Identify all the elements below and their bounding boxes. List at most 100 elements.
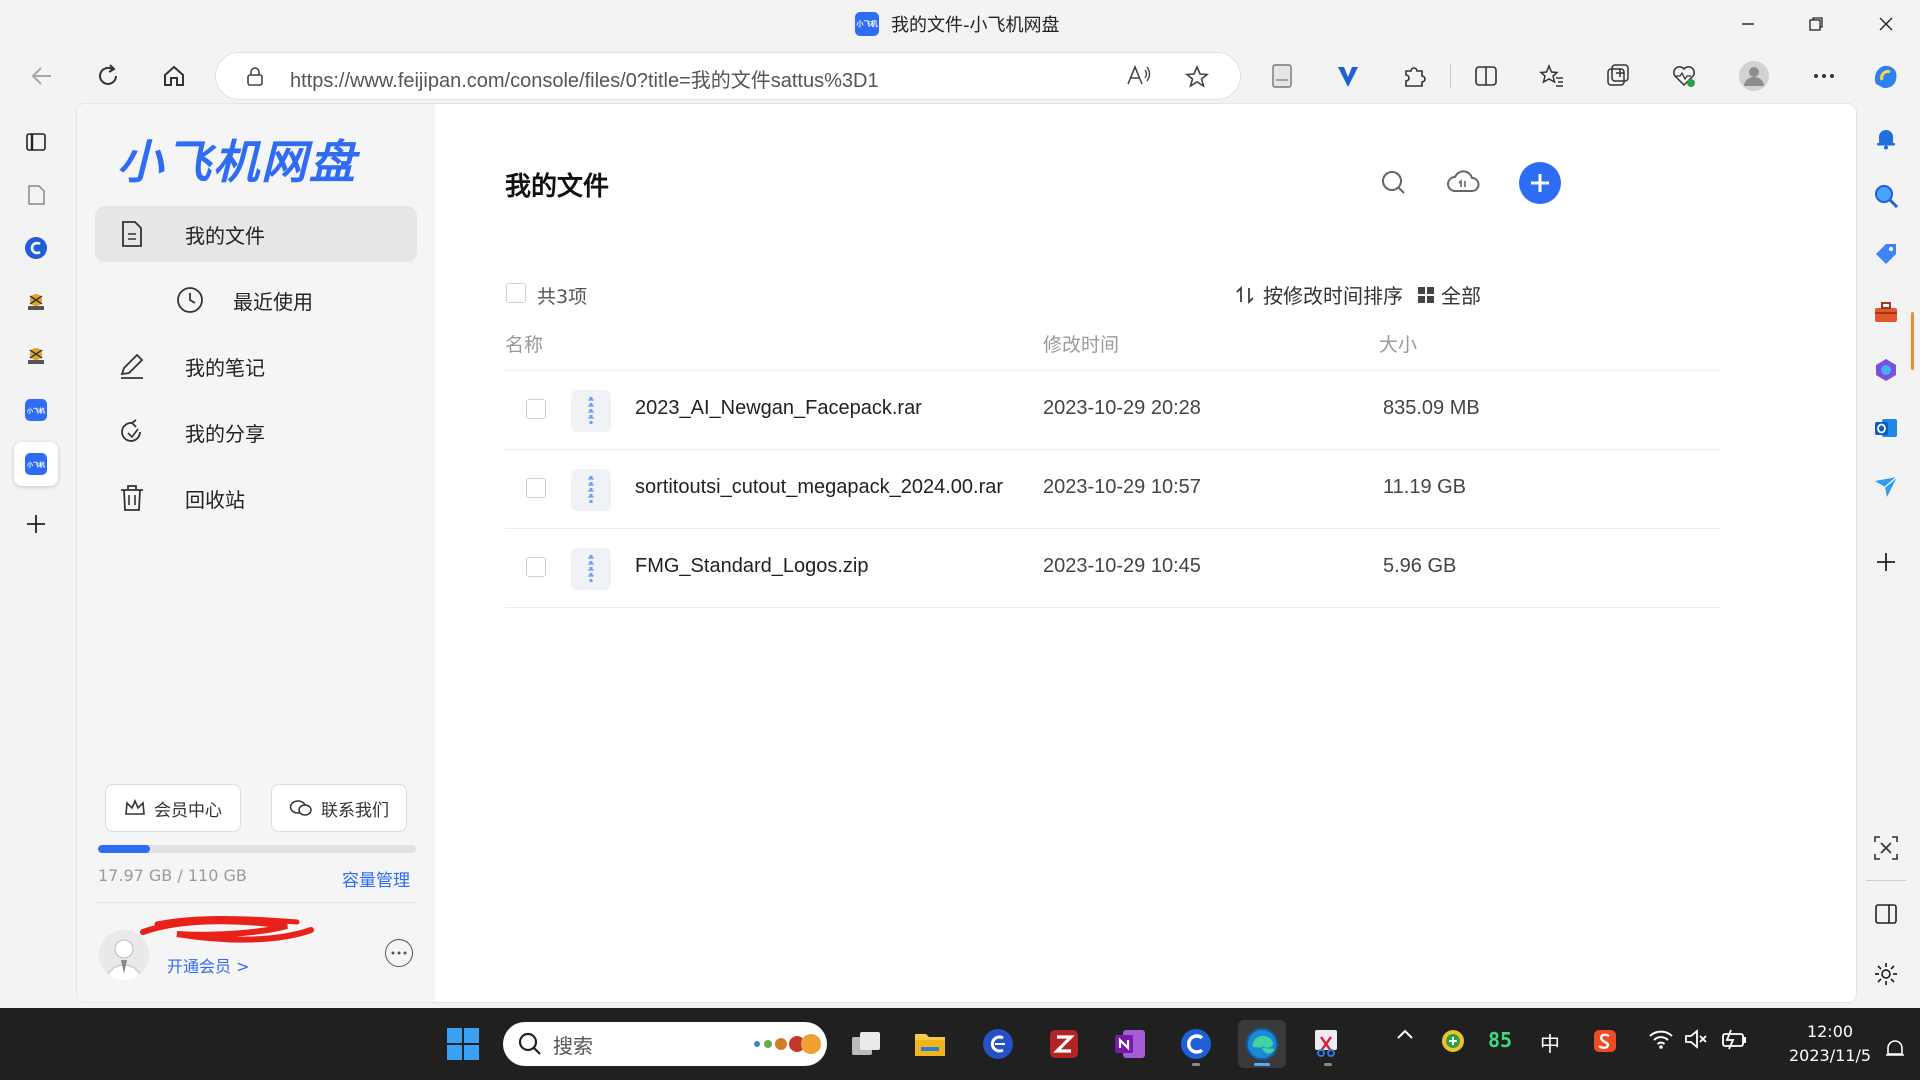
snipping-tool-button[interactable]	[1304, 1020, 1352, 1068]
onenote-button[interactable]	[1106, 1020, 1154, 1068]
side-search-button[interactable]	[1868, 178, 1904, 214]
upload-cloud-button[interactable]	[1443, 162, 1483, 202]
tab-game-site-1[interactable]	[14, 280, 58, 324]
sort-button[interactable]: 按修改时间排序	[1235, 280, 1403, 309]
open-membership-link[interactable]: 开通会员 >	[167, 953, 250, 977]
file-name[interactable]: FMG_Standard_Logos.zip	[635, 555, 868, 578]
wifi-button[interactable]	[1646, 1028, 1676, 1050]
add-sidebar-app-button[interactable]	[1868, 544, 1904, 580]
screenshot-button[interactable]	[1868, 830, 1904, 866]
site-logo[interactable]: 小飞机网盘	[117, 126, 357, 192]
send-button[interactable]	[1868, 468, 1904, 504]
menu-label: 我的笔记	[185, 355, 265, 380]
heart-pulse-icon	[1673, 66, 1695, 87]
start-button[interactable]	[439, 1020, 487, 1068]
sort-arrows-icon	[1236, 285, 1254, 304]
row-checkbox[interactable]	[526, 478, 546, 498]
taskbar-search[interactable]: 搜索	[503, 1022, 827, 1066]
table-row[interactable]: 2023_AI_Newgan_Facepack.rar 2023-10-29 2…	[505, 371, 1721, 450]
file-name[interactable]: sortitoutsi_cutout_megapack_2024.00.rar	[635, 476, 1003, 499]
restore-button[interactable]	[1802, 10, 1830, 38]
settings-more-button[interactable]	[1806, 58, 1842, 94]
tab-c-app[interactable]	[14, 226, 58, 270]
input-method-indicator[interactable]: 中	[1536, 1028, 1564, 1057]
extension-v-button[interactable]	[1330, 58, 1366, 94]
volume-button[interactable]	[1682, 1028, 1712, 1050]
browser-essentials-button[interactable]	[1666, 58, 1702, 94]
favorite-star-icon[interactable]	[1184, 64, 1210, 90]
storage-manage-link[interactable]: 容量管理	[342, 866, 410, 891]
select-all-checkbox[interactable]	[506, 283, 526, 303]
member-center-button[interactable]: 会员中心	[105, 784, 241, 832]
back-button[interactable]	[24, 58, 60, 94]
row-checkbox[interactable]	[526, 557, 546, 577]
menu-item-notes[interactable]: 我的笔记	[95, 338, 417, 394]
home-button[interactable]	[156, 58, 192, 94]
reading-view-button[interactable]	[1264, 58, 1300, 94]
close-button[interactable]	[1872, 10, 1900, 38]
search-button[interactable]	[1373, 162, 1413, 202]
column-header-size[interactable]: 大小	[1379, 330, 1417, 357]
tab-actions-button[interactable]	[14, 120, 58, 164]
tray-app-icon[interactable]	[1438, 1028, 1468, 1054]
page-title: 我的文件	[505, 172, 610, 202]
add-button[interactable]	[1519, 162, 1561, 204]
contact-us-button[interactable]: 联系我们	[271, 784, 407, 832]
zip-file-icon	[571, 390, 611, 432]
tray-monitor-value[interactable]: 85	[1484, 1028, 1516, 1052]
minimize-button[interactable]	[1734, 10, 1762, 38]
winzip-button[interactable]	[1040, 1020, 1088, 1068]
view-filter-button[interactable]: 全部	[1417, 280, 1481, 309]
column-header-modified[interactable]: 修改时间	[1043, 330, 1119, 357]
show-hidden-icons-button[interactable]	[1392, 1028, 1418, 1040]
extensions-button[interactable]	[1396, 58, 1432, 94]
copilot-button[interactable]	[1868, 58, 1904, 94]
split-screen-button[interactable]	[1468, 58, 1504, 94]
favorites-list-icon	[1539, 64, 1563, 87]
notifications-button[interactable]	[1868, 120, 1904, 156]
lock-icon[interactable]	[244, 65, 266, 87]
hide-sidebar-button[interactable]	[1868, 896, 1904, 932]
battery-button[interactable]	[1720, 1028, 1750, 1050]
wechat-icon	[289, 800, 312, 816]
tools-button[interactable]	[1868, 294, 1904, 330]
task-view-button[interactable]	[842, 1020, 890, 1068]
tab-game-site-2[interactable]	[14, 334, 58, 378]
user-more-button[interactable]	[385, 939, 413, 967]
menu-item-recent[interactable]: 最近使用	[95, 272, 417, 328]
search-app-button[interactable]	[974, 1020, 1022, 1068]
row-checkbox[interactable]	[526, 399, 546, 419]
shopping-button[interactable]	[1868, 236, 1904, 272]
app-sidebar: 小飞机网盘 我的文件 最近使用 我的笔记 我的分享 回收站 会员中心 联系我们 …	[77, 104, 435, 1002]
pencil-icon	[117, 351, 147, 381]
refresh-button[interactable]	[90, 58, 126, 94]
file-name[interactable]: 2023_AI_Newgan_Facepack.rar	[635, 397, 922, 420]
table-row[interactable]: sortitoutsi_cutout_megapack_2024.00.rar …	[505, 450, 1721, 529]
system-clock[interactable]: 12:00 2023/11/5	[1770, 1020, 1890, 1068]
new-tab-button[interactable]	[14, 502, 58, 546]
address-bar[interactable]: https://www.feijipan.com/console/files/0…	[216, 53, 1240, 99]
tab-feijipan-1[interactable]: 小飞机	[14, 388, 58, 432]
menu-item-shares[interactable]: 我的分享	[95, 404, 417, 460]
sidebar-settings-button[interactable]	[1868, 956, 1904, 992]
column-header-name[interactable]: 名称	[505, 330, 543, 357]
menu-item-recycle-bin[interactable]: 回收站	[95, 470, 417, 526]
outlook-button[interactable]	[1868, 410, 1904, 446]
screenshot-icon	[1874, 836, 1898, 860]
table-row[interactable]: FMG_Standard_Logos.zip 2023-10-29 10:45 …	[505, 529, 1721, 608]
notification-center-button[interactable]	[1882, 1036, 1908, 1062]
zip-file-icon	[571, 548, 611, 590]
menu-item-my-files[interactable]: 我的文件	[95, 206, 417, 262]
read-aloud-icon[interactable]	[1126, 64, 1152, 88]
collections-button[interactable]	[1600, 58, 1636, 94]
microsoft-365-button[interactable]	[1868, 352, 1904, 388]
tab-feijipan-active[interactable]: 小飞机	[14, 442, 58, 486]
favorites-button[interactable]	[1534, 58, 1570, 94]
edge-browser-button[interactable]	[1238, 1020, 1286, 1068]
sogou-ime-icon[interactable]	[1590, 1028, 1620, 1054]
file-explorer-button[interactable]	[906, 1020, 954, 1068]
url-text[interactable]: https://www.feijipan.com/console/files/0…	[290, 64, 879, 93]
tab-blank-page[interactable]	[14, 173, 58, 217]
c-app-button[interactable]	[1172, 1020, 1220, 1068]
profile-button[interactable]	[1736, 58, 1772, 94]
